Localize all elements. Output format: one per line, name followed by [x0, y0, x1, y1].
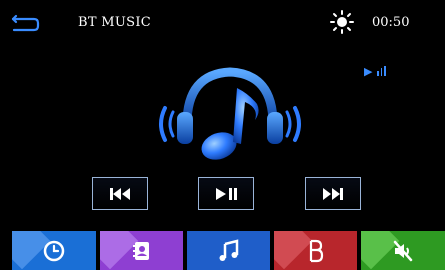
next-track-button[interactable]: [305, 177, 361, 210]
dock-mute[interactable]: [361, 231, 445, 270]
page-title: BT MUSIC: [78, 15, 152, 30]
playback-status: ▶: [364, 64, 386, 78]
signal-bars-icon: [377, 66, 386, 76]
bluetooth-icon: [309, 239, 323, 262]
brightness-sun-icon[interactable]: [330, 10, 354, 34]
play-pause-button[interactable]: [198, 177, 254, 210]
clock-display: 00:50: [372, 15, 410, 30]
skip-previous-icon: [110, 187, 130, 200]
mute-speaker-icon: [393, 240, 413, 261]
clock-icon: [43, 240, 65, 261]
headphones-music-note-icon: [145, 60, 315, 170]
previous-track-button[interactable]: [92, 177, 148, 210]
back-arrow-icon[interactable]: [10, 12, 40, 34]
skip-next-icon: [323, 187, 343, 200]
dock-bluetooth[interactable]: [274, 231, 357, 270]
contacts-book-icon: [132, 241, 149, 260]
dock-clock[interactable]: [12, 231, 96, 270]
dock-music[interactable]: [187, 231, 270, 270]
music-note-icon: [219, 238, 238, 261]
play-indicator-icon: ▶: [364, 64, 373, 78]
play-pause-icon: [216, 187, 237, 200]
dock-contacts[interactable]: [100, 231, 183, 270]
top-bar: BT MUSIC 00:50: [0, 0, 445, 44]
